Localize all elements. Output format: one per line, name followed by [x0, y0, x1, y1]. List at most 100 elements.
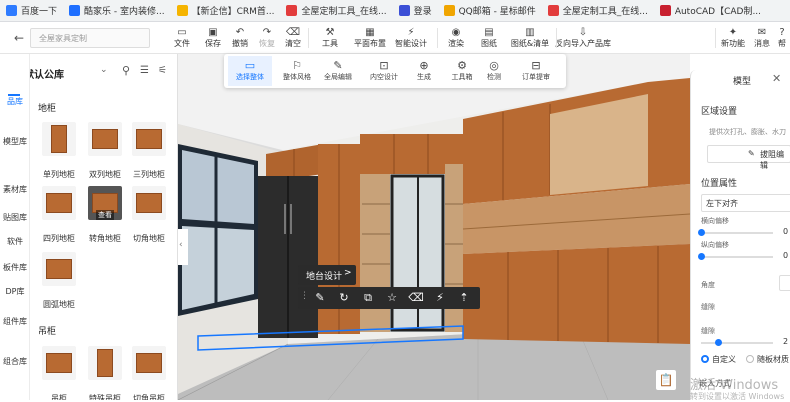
- library-tile[interactable]: [42, 252, 76, 286]
- library-tile[interactable]: [132, 346, 166, 380]
- toolbar-button-7[interactable]: ⚡ 智能设计: [395, 24, 427, 52]
- float-toolbar-button-7[interactable]: ⊟ 订单提审: [518, 56, 554, 86]
- rail-item-2[interactable]: 素材库: [0, 184, 30, 195]
- radio-follow-label[interactable]: 随板材质: [757, 354, 789, 365]
- back-arrow-icon[interactable]: ←: [14, 31, 24, 45]
- rail-item-3[interactable]: 贴图库: [0, 212, 30, 223]
- flash-icon[interactable]: ⚡: [432, 290, 448, 306]
- bookmark-item[interactable]: 全屋定制工具_在线...: [280, 0, 392, 21]
- rail-item-5[interactable]: 板件库: [0, 262, 30, 273]
- library-tile[interactable]: [88, 346, 122, 380]
- toolbar-button-0[interactable]: ▭ 文件: [168, 24, 196, 52]
- search-icon[interactable]: ⚲: [122, 64, 130, 77]
- hover-view-label[interactable]: 查看: [96, 210, 114, 220]
- rail-item-4[interactable]: 软件: [0, 236, 30, 247]
- toolbar-button-2[interactable]: ↶ 撤销: [226, 24, 254, 52]
- library-tile[interactable]: [132, 122, 166, 156]
- context-arrow: >: [344, 268, 352, 278]
- collapse-left-arrow-icon[interactable]: ‹: [179, 240, 183, 250]
- library-dropdown-icon[interactable]: ⌄: [100, 65, 108, 75]
- toolbar-button-label: 渲染: [448, 39, 464, 48]
- h-offset-value[interactable]: 0: [783, 227, 788, 236]
- toolbar-button-10[interactable]: ▥ 图纸&清单: [511, 24, 549, 52]
- edit-button[interactable]: ✎ 拔阻编辑: [707, 145, 790, 170]
- toolbar-button-6[interactable]: ▦ 平面布置: [354, 24, 386, 52]
- toolbar-button-label: 保存: [205, 39, 221, 48]
- cabinet-thumbnail: [46, 193, 72, 213]
- float-toolbar-button-0[interactable]: ▭ 选择整体: [228, 56, 272, 86]
- bookmark-item[interactable]: AutoCAD【CAD制...: [654, 0, 767, 21]
- radio-custom-label[interactable]: 自定义: [712, 354, 736, 365]
- erase-icon[interactable]: ⌫: [408, 290, 424, 306]
- toolbar-button-3[interactable]: ↷ 恢复: [253, 24, 281, 52]
- edit-icon[interactable]: ✎: [312, 290, 328, 306]
- context-title-box[interactable]: 地台设计 >: [298, 265, 356, 285]
- rail-item-7[interactable]: 组件库: [0, 316, 30, 327]
- favorite-icon[interactable]: ☆: [384, 290, 400, 306]
- bookmark-item[interactable]: 百度一下: [0, 0, 63, 21]
- library-tile[interactable]: [42, 346, 76, 380]
- drag-handle-icon[interactable]: ⋮: [300, 291, 309, 301]
- save-icon: ▣: [208, 27, 218, 38]
- float-toolbar-button-5[interactable]: ⚙ 工具箱: [444, 56, 480, 86]
- radio-custom-dot[interactable]: [701, 355, 709, 363]
- bookmark-item[interactable]: 登录: [393, 0, 438, 21]
- library-title[interactable]: 定制默认公库: [30, 66, 64, 81]
- sort-icon[interactable]: ☰: [140, 65, 149, 76]
- float-toolbar-button-1[interactable]: ⚐ 整体风格: [279, 56, 315, 86]
- context-title: 地台设计: [306, 272, 343, 282]
- toolbar-button-14[interactable]: ? 帮: [768, 24, 790, 52]
- bookmark-label: 百度一下: [21, 7, 58, 17]
- rotate-icon[interactable]: ↻: [336, 290, 352, 306]
- library-tile[interactable]: [42, 186, 76, 220]
- bookmark-item[interactable]: 【新企信】CRM首...: [171, 0, 281, 21]
- tool-icon: ⚒: [325, 27, 335, 38]
- float-toolbar-button-4[interactable]: ⊕ 生成: [406, 56, 442, 86]
- toolbar-button-9[interactable]: ▤ 图纸: [475, 24, 503, 52]
- angle-input[interactable]: [779, 275, 790, 291]
- library-tile[interactable]: [42, 122, 76, 156]
- library-tile[interactable]: 查看: [88, 186, 122, 220]
- 3d-viewport[interactable]: ‹ 📋: [178, 54, 690, 400]
- bookmark-item[interactable]: QQ邮箱 - 星标邮件: [438, 0, 542, 21]
- v-offset-slider[interactable]: [698, 253, 773, 260]
- align-select[interactable]: 左下对齐: [701, 194, 790, 212]
- library-panel: 定制默认公库 ⌄ ⚲ ☰ ⚟ 地柜吊柜 单列地柜 双列地柜 三列地柜四列地柜 查看转角地…: [30, 54, 178, 400]
- project-name-box[interactable]: 全屋家具定制: [30, 28, 150, 48]
- gap-slider[interactable]: [701, 339, 773, 346]
- panel-close-icon[interactable]: ✕: [772, 72, 781, 85]
- cabinet-thumbnail: [97, 349, 113, 377]
- bookmark-item[interactable]: 酷家乐 - 室内装修...: [63, 0, 171, 21]
- v-offset-value[interactable]: 0: [783, 251, 788, 260]
- toolbar-button-8[interactable]: ◉ 渲染: [442, 24, 470, 52]
- gap2-value[interactable]: 2: [783, 337, 788, 346]
- rail-item-8[interactable]: 组合库: [0, 356, 30, 367]
- cabinet-thumbnail: [51, 125, 67, 153]
- radio-follow-dot[interactable]: [746, 355, 754, 363]
- room-scene[interactable]: [178, 54, 690, 400]
- float-toolbar-button-6[interactable]: ◎ 检测: [476, 56, 512, 86]
- library-tile[interactable]: [88, 122, 122, 156]
- rail-item-1[interactable]: 模型库: [0, 136, 30, 147]
- left-rail: 品库模型库素材库贴图库软件板件库 DP库组件库组合库: [0, 54, 30, 400]
- bookmark-item[interactable]: 全屋定制工具_在线...: [542, 0, 654, 21]
- filter-icon[interactable]: ⚟: [158, 65, 167, 76]
- copy-icon[interactable]: ⧉: [360, 290, 376, 306]
- toolbar-button-12[interactable]: ✦ 新功能: [719, 24, 747, 52]
- gap-knob[interactable]: [715, 339, 722, 346]
- toolbar-button-1[interactable]: ▣ 保存: [199, 24, 227, 52]
- rail-item-0[interactable]: 品库: [0, 96, 30, 107]
- rail-item-6[interactable]: DP库: [0, 286, 30, 297]
- panel-tab[interactable]: 模型: [733, 74, 751, 87]
- v-offset-knob[interactable]: [698, 253, 705, 260]
- clipboard-icon[interactable]: 📋: [656, 370, 676, 390]
- toolbar-button-11[interactable]: ⇩ 反向导入产品库: [555, 24, 611, 52]
- library-tile[interactable]: [132, 186, 166, 220]
- toolbar-button-4[interactable]: ⌫ 清空: [279, 24, 307, 52]
- h-offset-slider[interactable]: [698, 229, 773, 236]
- h-offset-knob[interactable]: [698, 229, 705, 236]
- float-toolbar-button-3[interactable]: ⊡ 内空设计: [366, 56, 402, 86]
- move-up-icon[interactable]: ⇡: [456, 290, 472, 306]
- float-toolbar-button-2[interactable]: ✎ 全局编辑: [320, 56, 356, 86]
- toolbar-button-5[interactable]: ⚒ 工具: [316, 24, 344, 52]
